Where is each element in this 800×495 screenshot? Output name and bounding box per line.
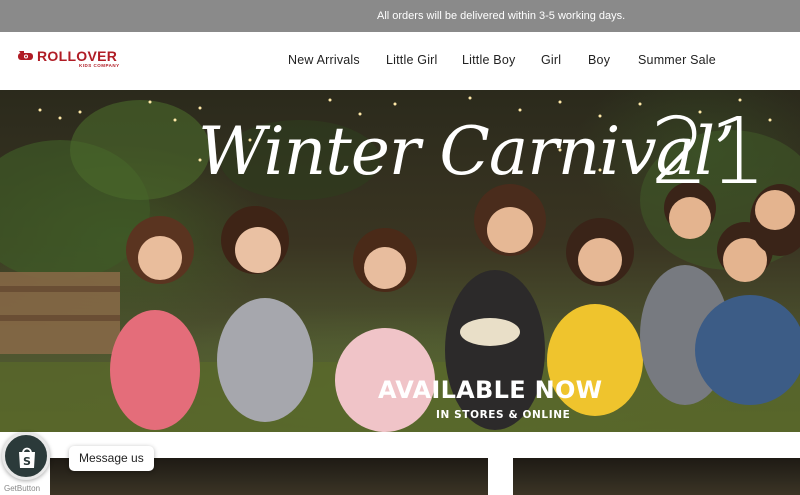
hero-banner[interactable]: Winter Carnival’ 21 AVAILABLE NOW IN STO… [0, 90, 800, 432]
nav-little-boy[interactable]: Little Boy [462, 53, 515, 67]
svg-text:S: S [23, 455, 31, 468]
nav-girl[interactable]: Girl [541, 53, 561, 67]
site-header: ROLLOVER KIDS COMPANY New Arrivals Littl… [0, 32, 800, 90]
collection-tile[interactable] [513, 458, 800, 495]
hero-headline: AVAILABLE NOW [378, 376, 603, 404]
hero-title: Winter Carnival’ 21 [0, 100, 800, 210]
nav-little-girl[interactable]: Little Girl [386, 53, 438, 67]
nav-new-arrivals[interactable]: New Arrivals [288, 53, 360, 67]
hero-title-year: 21 [650, 98, 768, 205]
chat-caption: GetButton [4, 484, 41, 493]
announcement-bar: All orders will be delivered within 3-5 … [0, 0, 800, 32]
nav-summer-sale[interactable]: Summer Sale [638, 53, 716, 67]
message-us-bubble[interactable]: Message us [69, 446, 154, 471]
announcement-text: All orders will be delivered within 3-5 … [377, 10, 626, 22]
chat-button[interactable]: S [2, 432, 50, 480]
shopify-bag-icon: S [19, 447, 35, 468]
hero-subline: IN STORES & ONLINE [436, 409, 571, 421]
main-nav: New Arrivals Little Girl Little Boy Girl… [0, 32, 800, 90]
nav-boy[interactable]: Boy [588, 53, 610, 67]
